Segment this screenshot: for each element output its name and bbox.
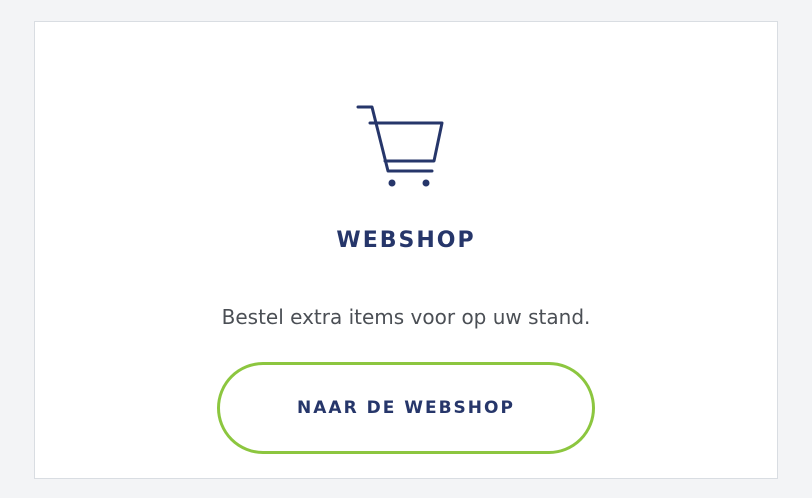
shopping-cart-icon (352, 101, 452, 195)
webshop-description: Bestel extra items voor op uw stand. (221, 305, 591, 329)
go-to-webshop-button[interactable]: NAAR DE WEBSHOP (217, 362, 595, 454)
webshop-title: WEBSHOP (336, 228, 476, 253)
go-to-webshop-button-label: NAAR DE WEBSHOP (297, 398, 515, 418)
